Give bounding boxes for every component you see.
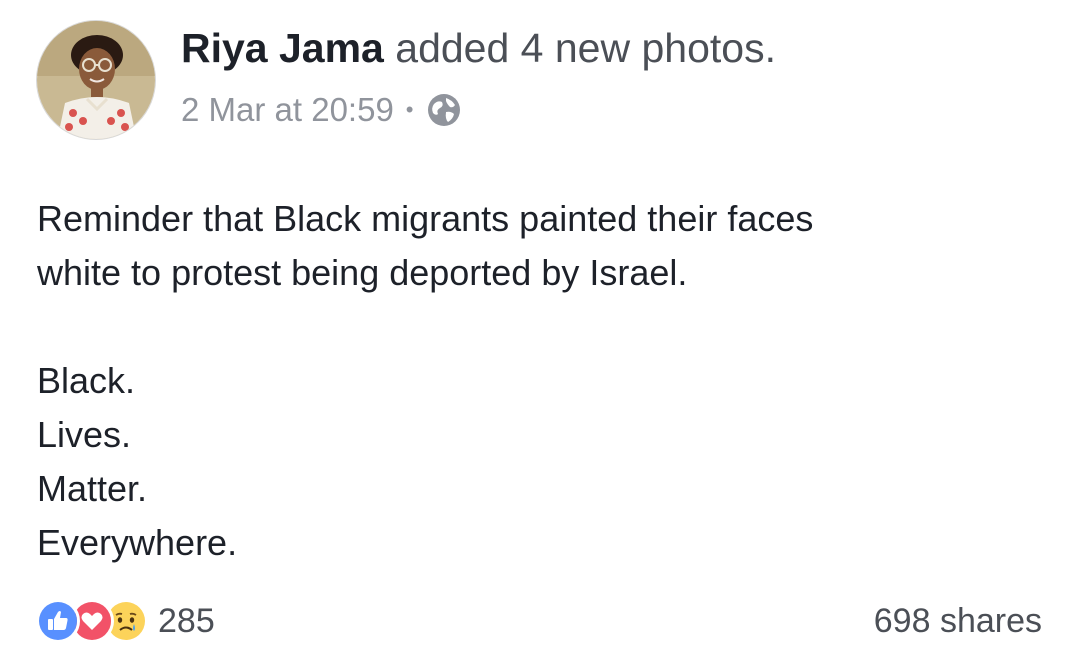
post-text-line: Black. [37, 360, 136, 401]
post-text-line: Reminder that Black migrants painted the… [37, 198, 814, 239]
profile-photo [37, 21, 155, 139]
post-body: Reminder that Black migrants painted the… [37, 192, 1037, 570]
timestamp[interactable]: 2 Mar at 20:59 [181, 88, 394, 132]
reaction-count: 285 [158, 602, 215, 640]
post-meta: 2 Mar at 20:59 • [181, 88, 462, 132]
post-text-line: Everywhere. [37, 522, 238, 563]
post-text-line: white to protest being deported by Israe… [37, 252, 688, 293]
globe-icon[interactable] [426, 92, 462, 128]
post-action: added 4 new photos. [395, 25, 776, 71]
shares-count[interactable]: 698 shares [874, 598, 1042, 644]
post-text-line: Lives. [37, 414, 132, 455]
facebook-post: Riya Jama added 4 new photos. 2 Mar at 2… [0, 0, 1072, 663]
reactions-summary[interactable]: 285 [36, 598, 215, 644]
avatar[interactable] [36, 20, 156, 140]
post-text-line: Matter. [37, 468, 148, 509]
like-icon [36, 599, 80, 643]
separator-dot: • [405, 97, 414, 122]
author-name[interactable]: Riya Jama [181, 25, 384, 71]
post-header: Riya Jama added 4 new photos. [181, 22, 776, 74]
